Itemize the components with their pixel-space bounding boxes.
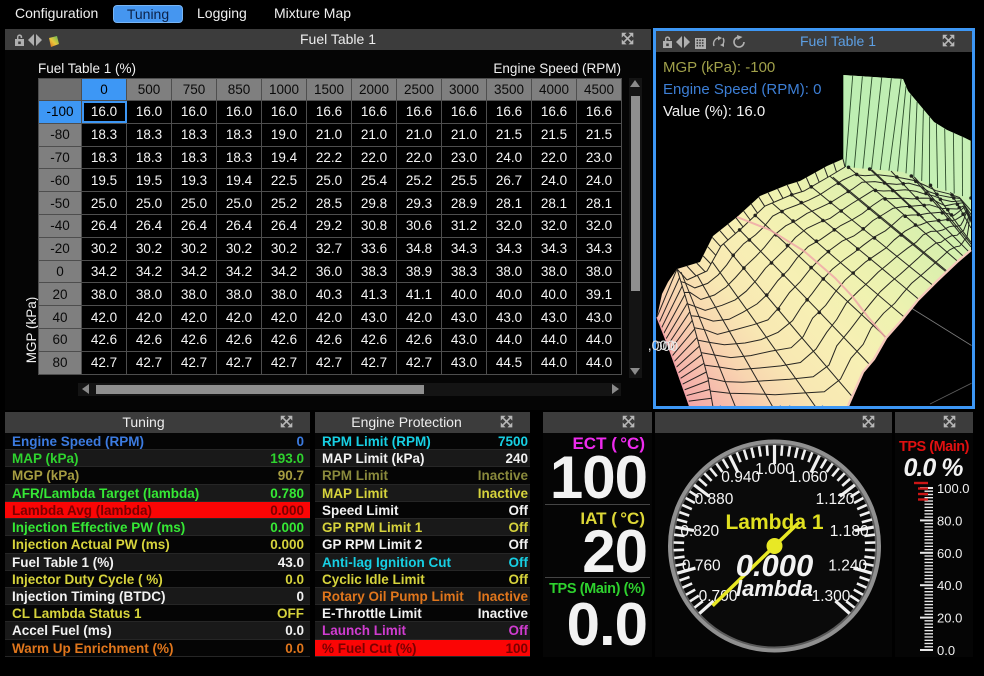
svg-text:0.820: 0.820 [680,523,719,540]
svg-text:1.240: 1.240 [828,557,867,574]
svg-text:0.880: 0.880 [695,491,734,508]
svg-text:1.300: 1.300 [812,588,851,605]
svg-text:0.0: 0.0 [937,643,955,658]
svg-text:80.0: 80.0 [937,513,962,528]
svg-text:Lambda 1: Lambda 1 [725,511,823,534]
svg-text:60.0: 60.0 [937,546,962,561]
svg-text:100.0: 100.0 [937,481,970,496]
svg-text:0.760: 0.760 [682,557,721,574]
svg-text:1.180: 1.180 [830,523,869,540]
svg-text:lambda: lambda [736,576,813,601]
svg-text:20.0: 20.0 [937,611,962,626]
svg-text:1.060: 1.060 [789,469,828,486]
svg-text:40.0: 40.0 [937,578,962,593]
svg-text:1.120: 1.120 [816,491,855,508]
